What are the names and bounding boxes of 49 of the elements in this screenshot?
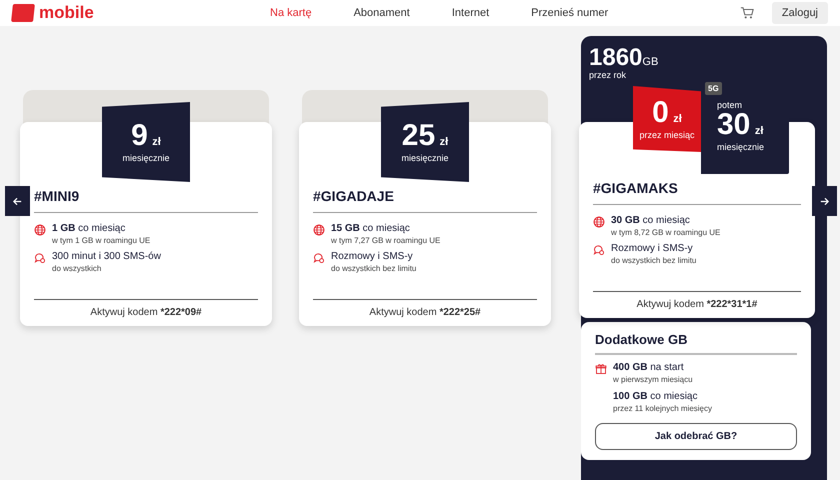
5g-badge: 5G: [705, 82, 722, 95]
bonus-detail: przez 11 kolejnych miesięcy: [613, 404, 712, 413]
gift-icon: [595, 363, 607, 375]
nav-link[interactable]: Abonament: [354, 7, 410, 19]
next-button[interactable]: [812, 186, 837, 216]
nav-link[interactable]: Przenieś numer: [531, 7, 608, 19]
bonus-detail: w pierwszym miesiącu: [613, 375, 693, 384]
how-to-get-button[interactable]: Jak odebrać GB?: [595, 423, 797, 450]
feature-text: 1 GB co miesiąc: [52, 223, 126, 234]
bonus-amount: 1860GB: [589, 46, 660, 70]
activation-code: Aktywuj kodem *222*25#: [313, 299, 537, 318]
plan-name: #MINI9: [34, 188, 258, 213]
feature-detail: do wszystkich bez limitu: [331, 264, 416, 273]
logo-icon[interactable]: [11, 4, 35, 22]
price-tag: 25 zł miesięcznie: [381, 102, 469, 182]
promo-price-tag: 0 zł przez miesiąc: [633, 86, 701, 152]
feature-text: 300 minut i 300 SMS-ów: [52, 251, 161, 262]
feature-detail: w tym 1 GB w roamingu UE: [52, 236, 150, 245]
feature-detail: w tym 8,72 GB w roamingu UE: [611, 228, 720, 237]
feature-text: Rozmowy i SMS-y: [611, 243, 694, 254]
feature-detail: do wszystkich: [52, 264, 102, 273]
bonus-period: przez rok: [589, 70, 628, 80]
nav-link[interactable]: Internet: [452, 7, 490, 19]
globe-icon: [34, 224, 46, 236]
feature-detail: w tym 7,27 GB w roamingu UE: [331, 236, 440, 245]
feature-text: 30 GB co miesiąc: [611, 215, 691, 226]
arrow-right-icon: [819, 196, 830, 206]
chat-icon: [593, 244, 605, 256]
activation-code: Aktywuj kodem *222*31*1#: [593, 291, 801, 310]
login-button[interactable]: Zaloguj: [772, 2, 828, 24]
feature-detail: do wszystkich bez limitu: [611, 256, 696, 265]
chat-icon: [313, 252, 325, 264]
globe-icon: [593, 216, 605, 228]
arrow-left-icon: [12, 196, 23, 206]
globe-icon: [313, 224, 325, 236]
plan-name: #GIGAMAKS: [593, 180, 801, 205]
previous-button[interactable]: [5, 186, 30, 216]
bonus-text: 100 GB co miesiąc: [613, 391, 698, 402]
nav-link[interactable]: Na kartę: [270, 7, 312, 19]
price-tag: 9 zł miesięcznie: [102, 102, 190, 182]
plan-name: #GIGADAJE: [313, 188, 537, 213]
feature-text: Rozmowy i SMS-y: [331, 251, 414, 262]
activation-code: Aktywuj kodem *222*09#: [34, 299, 258, 318]
chat-icon: [34, 252, 46, 264]
cart-icon[interactable]: [740, 6, 754, 20]
extra-title: Dodatkowe GB: [595, 332, 797, 355]
bonus-text: 400 GB na start: [613, 362, 685, 373]
feature-text: 15 GB co miesiąc: [331, 223, 411, 234]
logo-text[interactable]: mobile: [39, 3, 94, 23]
